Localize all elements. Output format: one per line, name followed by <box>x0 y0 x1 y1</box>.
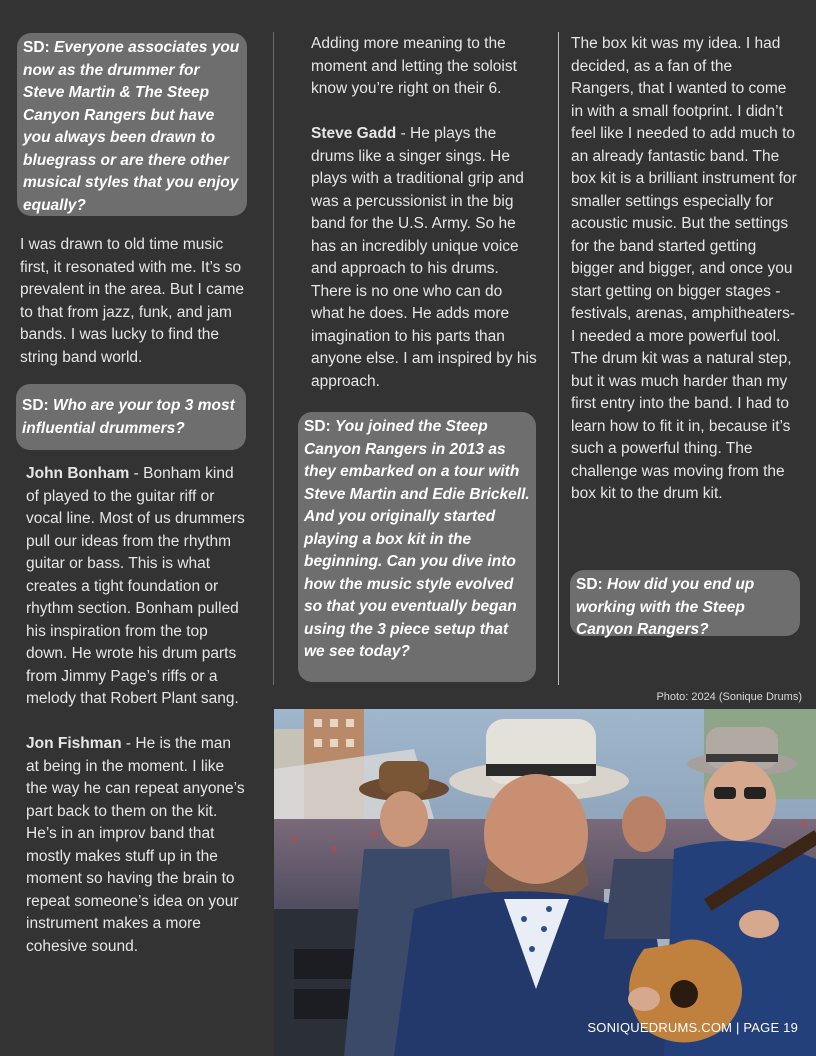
question-box-3: SD: You joined the Steep Canyon Rangers … <box>298 412 536 682</box>
drummer-description: - Bonham kind of played to the guitar ri… <box>26 465 245 707</box>
question-text: How did you end up working with the Stee… <box>576 576 755 638</box>
column-divider-2 <box>558 32 559 685</box>
drummer-name: John Bonham <box>26 465 130 482</box>
question-text: Everyone associates you now as the drumm… <box>23 39 240 214</box>
drummer-name: Steve Gadd <box>311 125 397 142</box>
answer-1: I was drawn to old time music first, it … <box>20 234 246 369</box>
question-tag: SD: <box>576 576 603 593</box>
question-text: You joined the Steep Canyon Rangers in 2… <box>304 418 530 660</box>
magazine-page: SD: Everyone associates you now as the d… <box>0 0 816 1056</box>
question-box-4: SD: How did you end up working with the … <box>570 570 800 638</box>
continued-paragraph: Adding more meaning to the moment and le… <box>311 35 517 97</box>
drummer-name: Jon Fishman <box>26 735 122 752</box>
answer-3-text: The box kit was my idea. I had decided, … <box>571 35 797 502</box>
band-photo-illustration <box>274 709 816 1056</box>
drummer-description: - He is the man at being in the moment. … <box>26 735 245 955</box>
drummer-description: - He plays the drums like a singer sings… <box>311 125 537 390</box>
column-divider-1 <box>273 32 274 685</box>
question-tag: SD: <box>304 418 331 435</box>
band-photo <box>274 709 816 1056</box>
page-footer: SONIQUEDRUMS.COM | PAGE 19 <box>587 1020 798 1035</box>
drummer-entry-gadd: Steve Gadd - He plays the drums like a s… <box>311 123 537 393</box>
question-box-1: SD: Everyone associates you now as the d… <box>17 33 247 216</box>
answer-3: The box kit was my idea. I had decided, … <box>571 33 799 506</box>
photo-caption: Photo: 2024 (Sonique Drums) <box>656 691 802 703</box>
question-box-2: SD: Who are your top 3 most influential … <box>16 384 246 450</box>
column-2-text: Adding more meaning to the moment and le… <box>311 33 537 393</box>
drummer-entry-fishman: Jon Fishman - He is the man at being in … <box>26 733 246 958</box>
drummers-list-col1: John Bonham - Bonham kind of played to t… <box>26 463 246 958</box>
question-text: Who are your top 3 most influential drum… <box>22 397 235 437</box>
answer-1-text: I was drawn to old time music first, it … <box>20 236 245 366</box>
question-tag: SD: <box>23 39 50 56</box>
drummer-entry-bonham: John Bonham - Bonham kind of played to t… <box>26 463 246 711</box>
question-tag: SD: <box>22 397 49 414</box>
